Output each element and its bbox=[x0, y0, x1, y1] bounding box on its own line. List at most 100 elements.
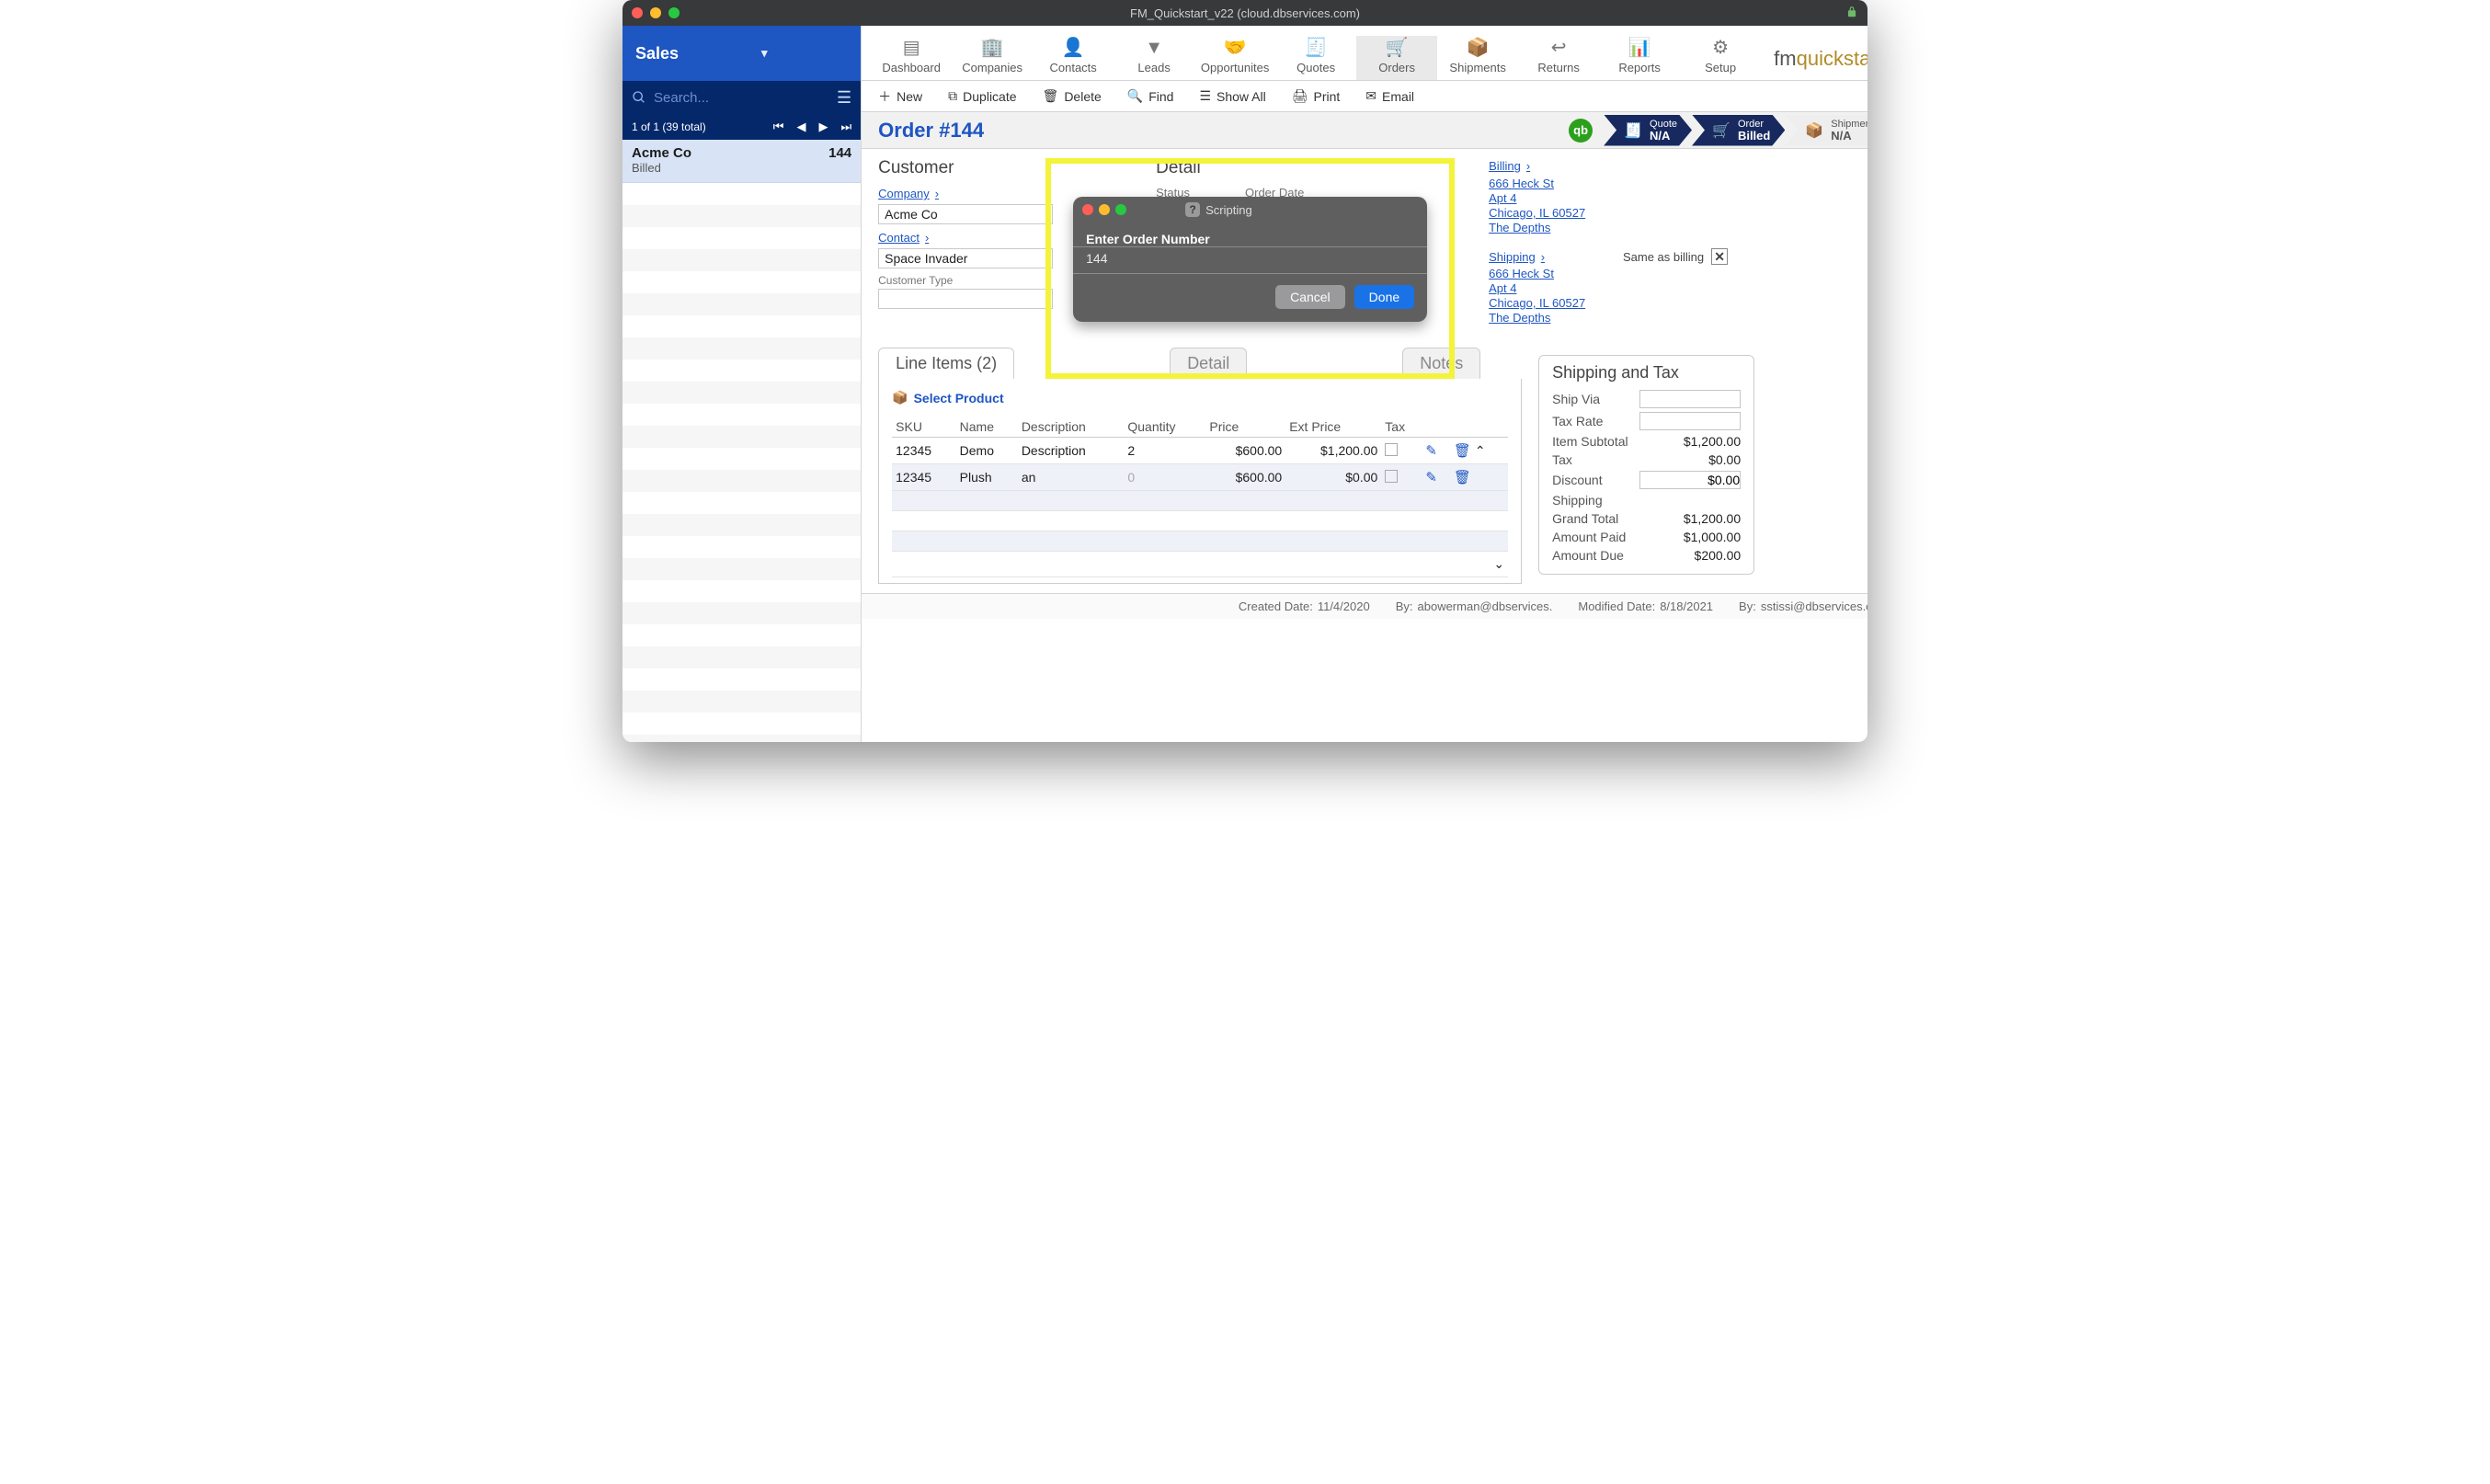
amount-paid: $1,000.00 bbox=[1684, 530, 1741, 544]
chevron-right-icon: › bbox=[1541, 250, 1545, 264]
sidebar-search[interactable]: ☰ bbox=[622, 81, 861, 114]
plus-icon: ＋ bbox=[878, 87, 891, 106]
trash-icon: 🗑 bbox=[1043, 88, 1059, 104]
tab-lineitems[interactable]: Line Items (2) bbox=[878, 348, 1014, 379]
edit-icon[interactable]: ✎ bbox=[1425, 470, 1437, 485]
billing-line3[interactable]: Chicago, IL 60527 bbox=[1489, 206, 1728, 221]
delete-button[interactable]: 🗑Delete bbox=[1043, 88, 1102, 104]
help-icon[interactable]: ? bbox=[1185, 202, 1200, 217]
pipeline-order[interactable]: 🛒 OrderBilled bbox=[1692, 115, 1785, 146]
trash-icon[interactable]: 🗑 bbox=[1454, 470, 1471, 485]
chevron-right-icon: › bbox=[935, 187, 939, 200]
lineitems-table: SKU Name Description Quantity Price Ext … bbox=[892, 417, 1508, 577]
nav-opportunities[interactable]: 🤝Opportunites bbox=[1194, 36, 1275, 80]
dialog-minimize-icon[interactable] bbox=[1099, 204, 1110, 215]
done-button[interactable]: Done bbox=[1354, 285, 1414, 309]
address-section: Billing › 666 Heck St Apt 4 Chicago, IL … bbox=[1489, 158, 1728, 338]
tax-value: $0.00 bbox=[1708, 452, 1741, 467]
expand-icon[interactable]: ⌄ bbox=[1493, 556, 1504, 571]
find-button[interactable]: 🔍Find bbox=[1127, 88, 1174, 104]
shipping-tax-card: Shipping and Tax Ship Via Tax Rate Item … bbox=[1538, 355, 1754, 575]
pipeline-shipment[interactable]: 📦 ShipmentN/A bbox=[1785, 115, 1868, 146]
created-by: abowerman@dbservices. bbox=[1418, 599, 1553, 613]
list-icon[interactable]: ☰ bbox=[837, 88, 851, 108]
email-button[interactable]: ✉Email bbox=[1365, 88, 1414, 104]
shipping-line1[interactable]: 666 Heck St bbox=[1489, 267, 1728, 281]
nav-companies[interactable]: 🏢Companies bbox=[952, 36, 1033, 80]
trash-icon[interactable]: 🗑 bbox=[1454, 443, 1471, 459]
sidebar-module-label: Sales bbox=[635, 44, 679, 63]
nav-quotes[interactable]: 🧾Quotes bbox=[1275, 36, 1356, 80]
window-title: FM_Quickstart_v22 (cloud.dbservices.com) bbox=[622, 6, 1868, 20]
col-name: Name bbox=[956, 417, 1018, 438]
cancel-button[interactable]: Cancel bbox=[1275, 285, 1345, 309]
first-record-icon[interactable]: ⏮ bbox=[773, 120, 784, 134]
dialog-zoom-icon[interactable] bbox=[1115, 204, 1126, 215]
nav-leads[interactable]: ▼Leads bbox=[1114, 38, 1194, 80]
same-as-billing-checkbox[interactable]: ✕ bbox=[1711, 248, 1728, 265]
duplicate-icon: ⧉ bbox=[948, 88, 957, 104]
table-row[interactable]: 12345 Plush an 0 $600.00 $0.00 ✎ 🗑 bbox=[892, 464, 1508, 491]
contact-field[interactable]: Space Invader bbox=[878, 248, 1053, 268]
tax-checkbox[interactable] bbox=[1385, 443, 1398, 456]
nav-orders[interactable]: 🛒Orders bbox=[1356, 36, 1437, 80]
pipeline-quote[interactable]: 🧾 QuoteN/A bbox=[1604, 115, 1692, 146]
tax-rate-input[interactable] bbox=[1639, 412, 1741, 430]
nav-dashboard[interactable]: ▤Dashboard bbox=[871, 36, 952, 80]
nav-reports[interactable]: 📊Reports bbox=[1599, 36, 1680, 80]
sidebar-module[interactable]: Sales ▾ bbox=[622, 26, 861, 81]
nav-shipments[interactable]: 📦Shipments bbox=[1437, 36, 1518, 80]
collapse-icon[interactable]: ⌃ bbox=[1475, 443, 1486, 458]
duplicate-button[interactable]: ⧉Duplicate bbox=[948, 88, 1016, 104]
company-link[interactable]: Company› bbox=[878, 187, 939, 200]
col-desc: Description bbox=[1018, 417, 1125, 438]
select-product-button[interactable]: 📦Select Product bbox=[892, 390, 1508, 405]
edit-icon[interactable]: ✎ bbox=[1425, 443, 1437, 459]
billing-line1[interactable]: 666 Heck St bbox=[1489, 177, 1728, 191]
mail-icon: ✉ bbox=[1365, 88, 1376, 104]
billing-link[interactable]: Billing › bbox=[1489, 159, 1530, 173]
nav-returns[interactable]: ↩Returns bbox=[1518, 36, 1599, 80]
action-toolbar: ＋New ⧉Duplicate 🗑Delete 🔍Find ☰Show All … bbox=[862, 81, 1868, 112]
box-icon: 📦 bbox=[892, 390, 908, 405]
last-record-icon[interactable]: ⏭ bbox=[840, 120, 851, 134]
contact-link[interactable]: Contact› bbox=[878, 231, 929, 245]
new-button[interactable]: ＋New bbox=[878, 87, 922, 106]
company-field[interactable]: Acme Co bbox=[878, 204, 1053, 224]
shipping-line2[interactable]: Apt 4 bbox=[1489, 281, 1728, 296]
tax-rate-label: Tax Rate bbox=[1552, 414, 1603, 428]
print-button[interactable]: 🖨Print bbox=[1292, 88, 1341, 104]
dialog-close-icon[interactable] bbox=[1082, 204, 1093, 215]
row-status: Billed bbox=[632, 161, 851, 175]
grand-total: $1,200.00 bbox=[1684, 511, 1741, 526]
col-qty: Quantity bbox=[1124, 417, 1205, 438]
chevron-right-icon: › bbox=[925, 231, 929, 245]
table-row[interactable]: 12345 Demo Description 2 $600.00 $1,200.… bbox=[892, 438, 1508, 464]
customer-type-field[interactable] bbox=[878, 289, 1053, 309]
sidebar-record-row[interactable]: Acme Co 144 Billed bbox=[622, 140, 861, 183]
shipping-line4[interactable]: The Depths bbox=[1489, 311, 1728, 325]
search-input[interactable] bbox=[654, 90, 837, 106]
billing-line4[interactable]: The Depths bbox=[1489, 221, 1728, 235]
tax-checkbox[interactable] bbox=[1385, 470, 1398, 483]
record-footer: Created Date:11/4/2020 By:abowerman@dbse… bbox=[862, 593, 1868, 619]
prev-record-icon[interactable]: ◀ bbox=[796, 120, 805, 134]
cart-icon: 🛒 bbox=[1712, 121, 1730, 140]
quickbooks-icon[interactable]: qb bbox=[1569, 119, 1593, 143]
row-company: Acme Co bbox=[632, 145, 691, 161]
shipping-line3[interactable]: Chicago, IL 60527 bbox=[1489, 296, 1728, 311]
same-as-billing-label: Same as billing bbox=[1623, 250, 1704, 264]
ship-via-input[interactable] bbox=[1639, 390, 1741, 408]
nav-setup[interactable]: ⚙Setup bbox=[1680, 36, 1761, 80]
billing-line2[interactable]: Apt 4 bbox=[1489, 191, 1728, 206]
discount-input[interactable] bbox=[1639, 471, 1741, 489]
showall-button[interactable]: ☰Show All bbox=[1199, 88, 1265, 104]
nav-contacts[interactable]: 👤Contacts bbox=[1033, 36, 1114, 80]
next-record-icon[interactable]: ▶ bbox=[818, 120, 828, 134]
col-price: Price bbox=[1205, 417, 1285, 438]
shipping-link[interactable]: Shipping › bbox=[1489, 250, 1545, 264]
dialog-input[interactable]: 144 bbox=[1073, 247, 1427, 274]
document-icon: 🧾 bbox=[1624, 121, 1642, 140]
brand-logo: fmquickstart bbox=[1761, 47, 1868, 80]
modified-date: 8/18/2021 bbox=[1660, 599, 1713, 613]
